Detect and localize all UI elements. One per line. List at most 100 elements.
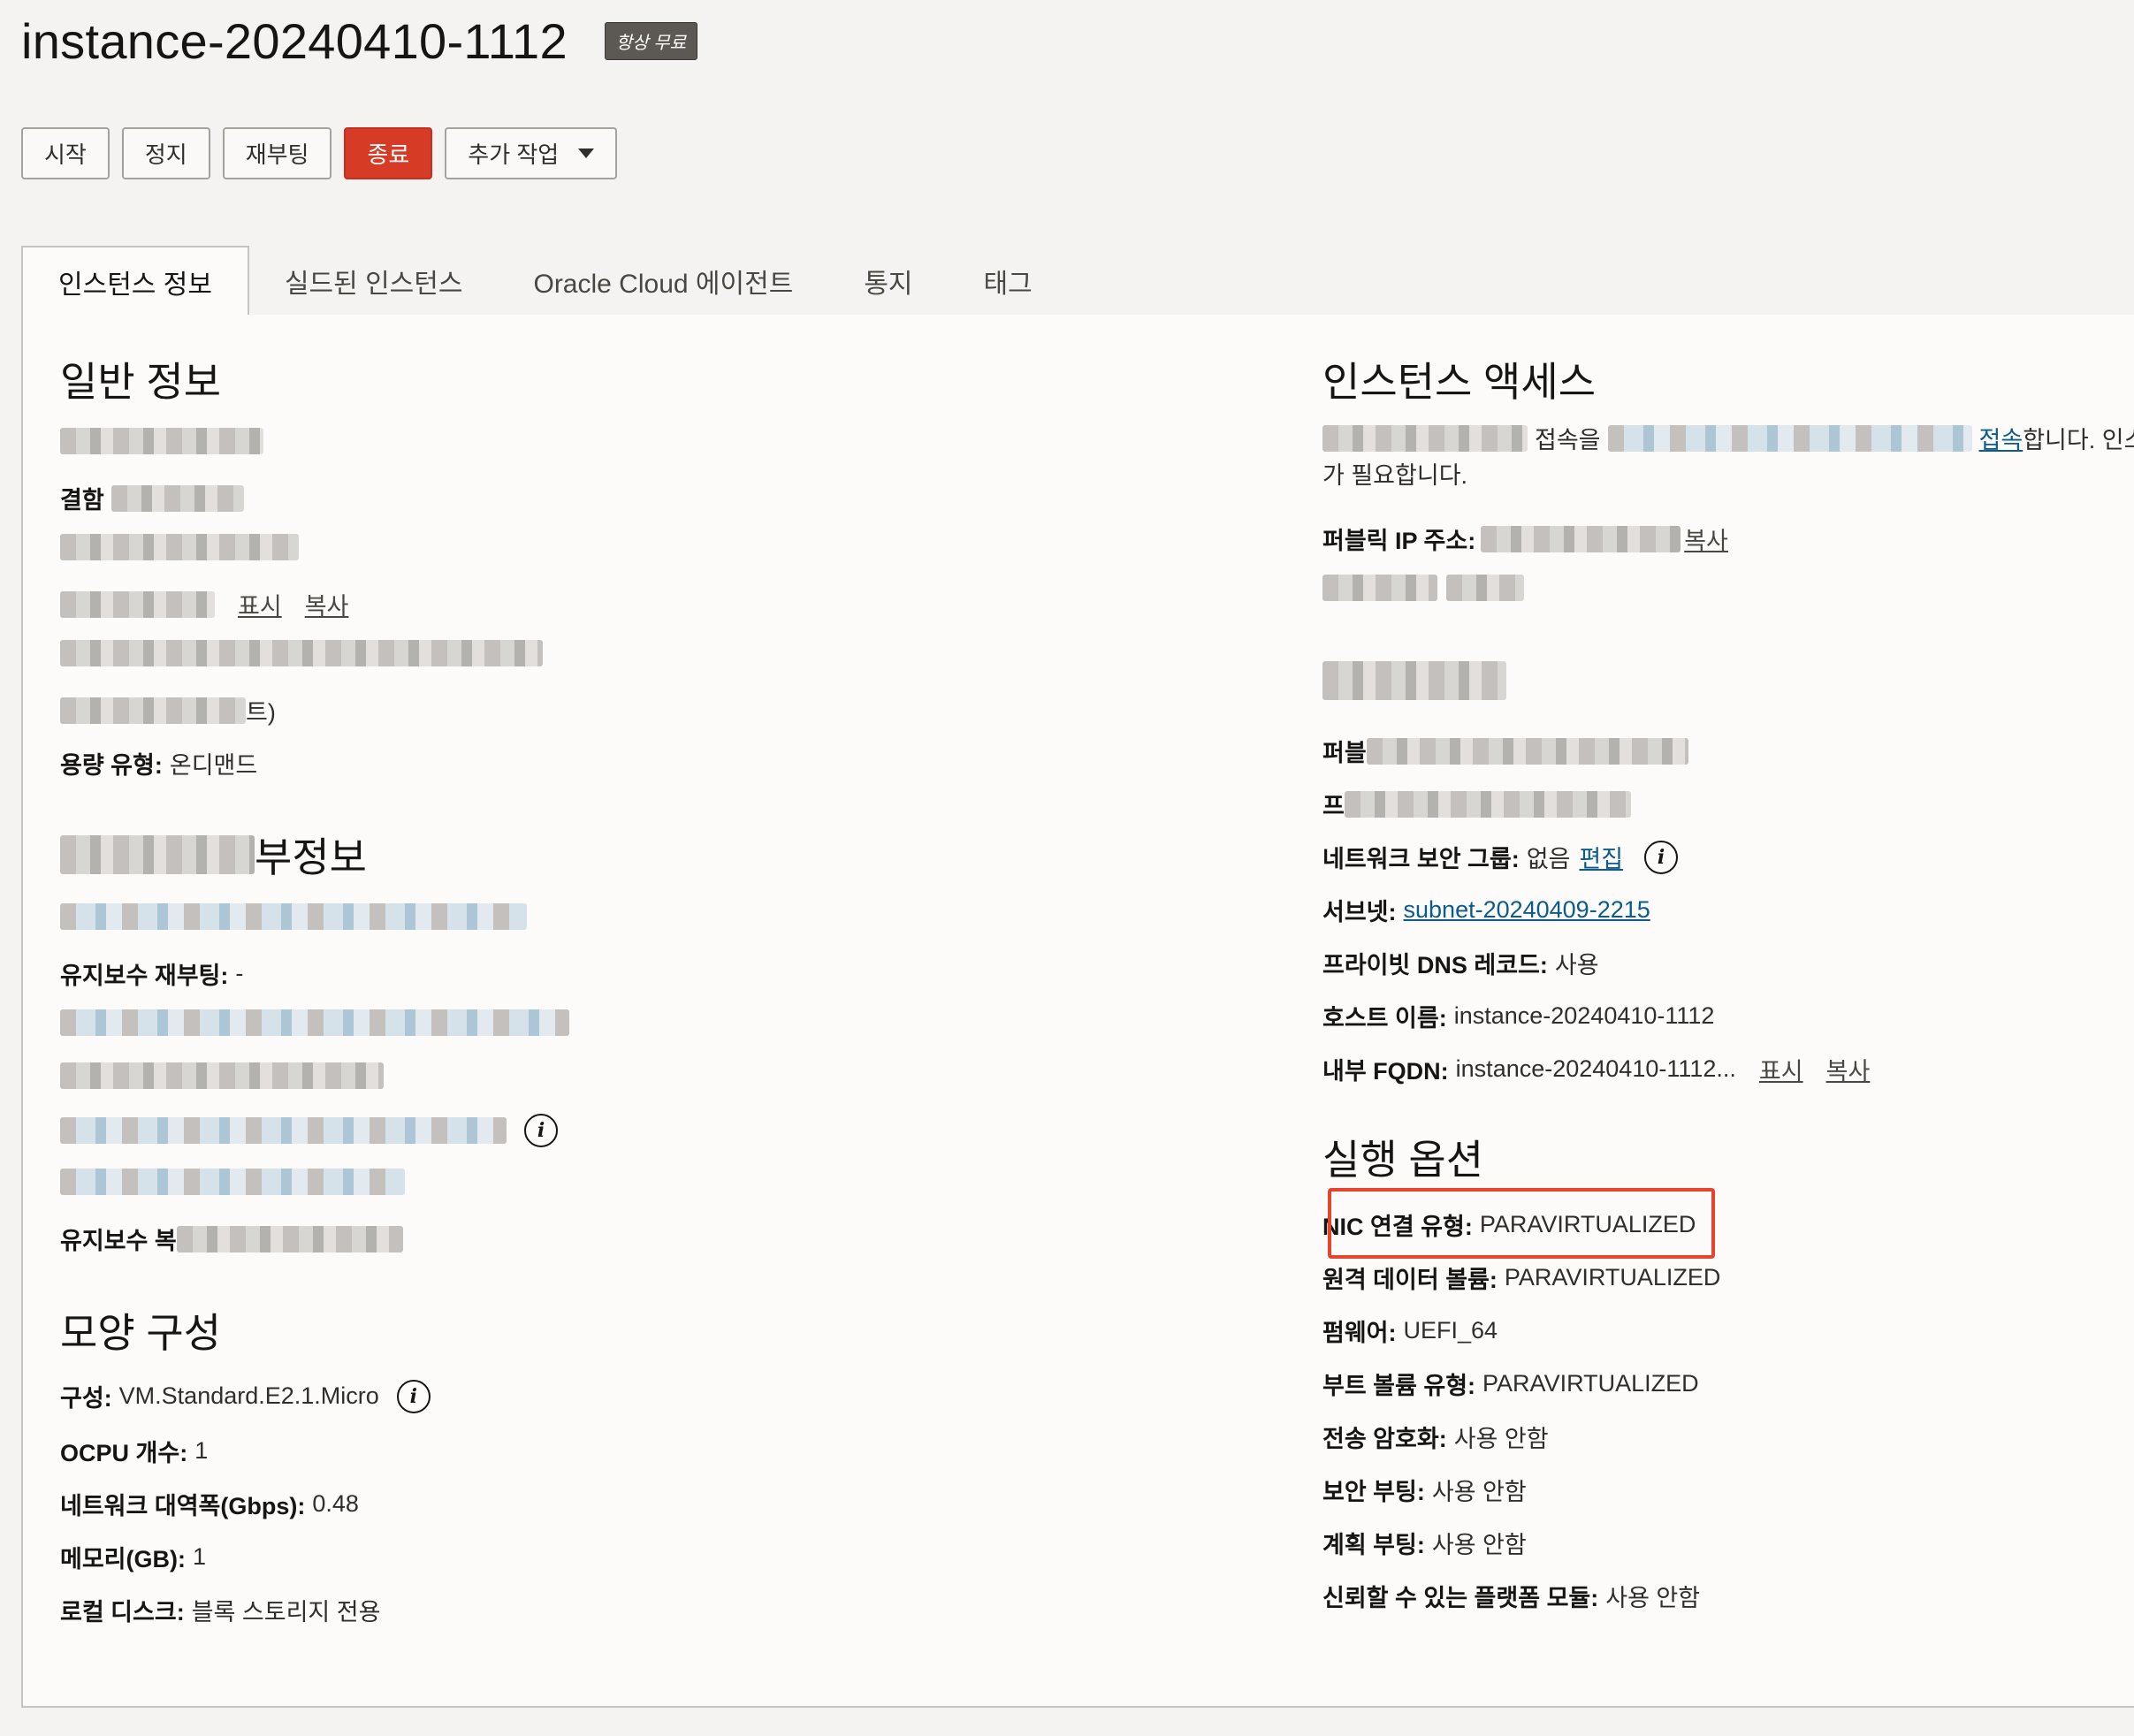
redacted-text	[60, 1169, 405, 1195]
tpm-value: 사용 안함	[1605, 1585, 1701, 1611]
page-title: instance-20240410-1112	[21, 13, 568, 69]
measured-boot-row: 계획 부팅: 사용 안함	[1322, 1526, 1527, 1560]
nsg-value: 없음	[1526, 846, 1571, 872]
info-icon[interactable]: i	[1644, 840, 1679, 874]
public-ip-label: 퍼블릭 IP 주소:	[1322, 528, 1476, 554]
redacted-row: i	[60, 1114, 558, 1147]
instance-info-panel: 일반 정보 결함 표시 복사 트) 용량 유형: 온디맨드 부정보 유지보수 재…	[21, 315, 2134, 1708]
public-ip-row: 퍼블릭 IP 주소: 복사	[1322, 522, 1728, 556]
capacity-type-row: 용량 유형: 온디맨드	[60, 746, 257, 780]
connect-link[interactable]: 접속	[1979, 421, 2023, 455]
private-ip-label: 프	[1322, 793, 1345, 819]
public-dns-row: 퍼블	[1322, 734, 1688, 768]
remote-volume-label: 원격 데이터 볼륨:	[1322, 1267, 1498, 1293]
redacted-text	[1322, 424, 1528, 452]
start-button[interactable]: 시작	[21, 127, 110, 179]
fault-domain-label: 결함	[60, 487, 104, 514]
redacted-suffix: 트)	[246, 699, 276, 726]
maintenance-title-suffix: 부정보	[255, 834, 367, 880]
tab-oracle-cloud-agent[interactable]: Oracle Cloud 에이전트	[498, 246, 828, 316]
subnet-highlight-box	[1328, 1188, 1715, 1259]
redacted-text	[111, 484, 244, 512]
general-info-title: 일반 정보	[60, 359, 222, 405]
maintenance-reboot-value: -	[235, 960, 244, 986]
redacted-text	[1607, 424, 1972, 452]
memory-value: 1	[193, 1543, 207, 1570]
nsg-label: 네트워크 보안 그룹:	[1322, 846, 1520, 872]
redacted-row	[1322, 575, 1524, 601]
bandwidth-row: 네트워크 대역폭(Gbps): 0.48	[60, 1487, 359, 1521]
ocpu-row: OCPU 개수: 1	[60, 1434, 208, 1468]
copy-link[interactable]: 복사	[1684, 522, 1728, 556]
terminate-button[interactable]: 종료	[344, 127, 433, 179]
maintenance-title: 부정보	[60, 826, 367, 884]
info-icon[interactable]: i	[524, 1114, 558, 1147]
fault-domain-row: 결함	[60, 481, 244, 515]
subnet-label: 서브넷:	[1322, 899, 1397, 925]
private-ip-row: 프	[1322, 787, 1631, 821]
instance-access-title: 인스턴스 액세스	[1322, 359, 1597, 405]
info-icon[interactable]: i	[396, 1379, 431, 1413]
remote-volume-value: PARAVIRTUALIZED	[1504, 1264, 1721, 1291]
access-intro-line1: 접속을 접속 합니다. 인스	[1322, 421, 2134, 455]
shape-value: VM.Standard.E2.1.Micro	[118, 1382, 379, 1409]
show-link[interactable]: 표시	[238, 587, 282, 621]
nsg-edit-link[interactable]: 편집	[1579, 840, 1623, 874]
hostname-value: instance-20240410-1112	[1453, 1002, 1715, 1029]
redacted-text	[1446, 575, 1524, 601]
firmware-label: 펌웨어:	[1322, 1320, 1397, 1346]
more-actions-button[interactable]: 추가 작업	[445, 127, 618, 179]
hostname-row: 호스트 이름: instance-20240410-1112	[1322, 999, 1714, 1033]
stop-button[interactable]: 정지	[121, 127, 210, 179]
measured-boot-value: 사용 안함	[1431, 1532, 1527, 1558]
redacted-text	[60, 697, 246, 724]
launch-options-title: 실행 옵션	[1322, 1137, 1484, 1183]
redacted-text	[60, 428, 263, 454]
copy-link[interactable]: 복사	[305, 587, 349, 621]
redacted-text	[1322, 575, 1437, 601]
redacted-text	[1366, 737, 1688, 765]
nsg-row: 네트워크 보안 그룹: 없음 편집 i	[1322, 840, 1679, 874]
tab-tags[interactable]: 태그	[949, 246, 1068, 316]
redacted-row	[60, 903, 527, 930]
in-transit-encryption-label: 전송 암호화:	[1322, 1426, 1447, 1452]
secure-boot-value: 사용 안함	[1431, 1479, 1527, 1505]
capacity-type-label: 용량 유형:	[60, 752, 163, 779]
redacted-row	[60, 534, 299, 560]
fqdn-copy-link[interactable]: 복사	[1826, 1052, 1871, 1086]
secure-boot-row: 보안 부팅: 사용 안함	[1322, 1473, 1527, 1507]
always-free-badge: 항상 무료	[604, 22, 698, 60]
private-dns-value: 사용	[1554, 952, 1599, 978]
shape-row: 구성: VM.Standard.E2.1.Micro i	[60, 1379, 431, 1413]
redacted-text	[60, 534, 299, 560]
fqdn-show-link[interactable]: 표시	[1759, 1052, 1803, 1086]
tab-instance-info[interactable]: 인스턴스 정보	[21, 246, 249, 318]
reboot-button[interactable]: 재부팅	[222, 127, 332, 179]
subnet-link[interactable]: subnet-20240409-2215	[1404, 896, 1650, 924]
fqdn-label: 내부 FQDN:	[1322, 1058, 1449, 1085]
measured-boot-label: 계획 부팅:	[1322, 1532, 1425, 1558]
tab-bar: 인스턴스 정보 실드된 인스턴스 Oracle Cloud 에이전트 통지 태그	[21, 246, 2134, 318]
redacted-row	[60, 1062, 384, 1089]
in-transit-encryption-value: 사용 안함	[1453, 1426, 1549, 1452]
in-transit-encryption-row: 전송 암호화: 사용 안함	[1322, 1420, 1549, 1454]
fqdn-value: instance-20240410-1112...	[1455, 1055, 1736, 1082]
redacted-text	[60, 1062, 384, 1089]
maintenance-recovery-label: 유지보수 복	[60, 1228, 177, 1254]
redacted-text	[60, 1117, 507, 1144]
tab-notifications[interactable]: 통지	[828, 246, 948, 316]
bandwidth-value: 0.48	[312, 1490, 359, 1517]
shape-label: 구성:	[60, 1385, 112, 1412]
tab-shielded-instance[interactable]: 실드된 인스턴스	[249, 246, 499, 316]
redacted-text	[60, 640, 543, 666]
shape-config-title: 모양 구성	[60, 1310, 222, 1356]
access-intro-mid: 접속을	[1535, 427, 1601, 453]
fqdn-row: 내부 FQDN: instance-20240410-1112... 표시 복사	[1322, 1052, 1870, 1086]
header: instance-20240410-1112 항상 무료	[21, 12, 698, 70]
boot-volume-type-value: PARAVIRTUALIZED	[1482, 1370, 1699, 1397]
boot-volume-type-row: 부트 볼륨 유형: PARAVIRTUALIZED	[1322, 1367, 1699, 1401]
firmware-value: UEFI_64	[1403, 1317, 1498, 1344]
hostname-label: 호스트 이름:	[1322, 1005, 1447, 1032]
ocpu-value: 1	[194, 1437, 209, 1464]
secure-boot-label: 보안 부팅:	[1322, 1479, 1425, 1505]
